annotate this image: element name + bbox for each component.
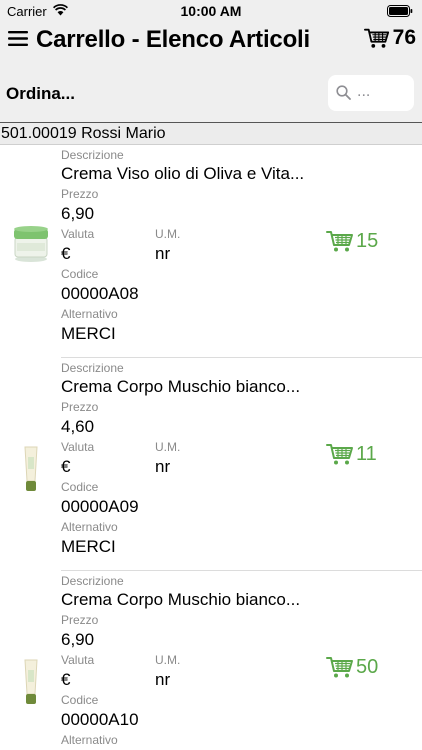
navigation-bar: Carrello - Elenco Articoli 76 — [0, 22, 422, 58]
item-description: Crema Corpo Muschio bianco... — [61, 590, 301, 609]
item-alternative: MERCI — [61, 324, 116, 343]
shopping-cart-icon — [326, 655, 354, 679]
status-bar: Carrier 10:00 AM — [0, 0, 422, 22]
list-item[interactable]: Descrizione Crema Viso olio di Oliva e V… — [0, 145, 422, 358]
item-description: Crema Corpo Muschio bianco... — [61, 377, 301, 396]
item-quantity-button[interactable]: 50 — [326, 655, 378, 679]
list-item[interactable]: Descrizione Crema Corpo Muschio bianco..… — [0, 358, 422, 571]
unit-label: U.M. — [155, 440, 181, 454]
item-alternative: MERCI — [61, 537, 116, 556]
search-icon — [336, 85, 351, 100]
currency-label: Valuta — [61, 227, 95, 241]
item-unit: nr — [155, 457, 171, 476]
unit-label: U.M. — [155, 653, 181, 667]
alternative-label: Alternativo — [61, 307, 118, 321]
item-price: 6,90 — [61, 630, 95, 649]
item-description: Crema Viso olio di Oliva e Vita... — [61, 164, 305, 183]
description-label: Descrizione — [61, 574, 124, 588]
customer-name: 501.00019 Rossi Mario — [1, 125, 166, 142]
cream-tube-icon — [24, 446, 38, 491]
item-quantity-button[interactable]: 11 — [326, 442, 377, 466]
sort-search-bar: Ordina... ... — [0, 58, 422, 122]
item-quantity: 11 — [356, 442, 377, 465]
item-unit: nr — [155, 244, 171, 263]
article-list: Descrizione Crema Viso olio di Oliva e V… — [0, 145, 422, 750]
item-price: 4,60 — [61, 417, 95, 436]
description-label: Descrizione — [61, 361, 124, 375]
green-jar-icon — [14, 226, 48, 262]
shopping-cart-icon — [326, 442, 354, 466]
search-placeholder: ... — [357, 83, 371, 100]
currency-label: Valuta — [61, 653, 95, 667]
item-currency: € — [61, 670, 71, 689]
item-quantity: 50 — [356, 655, 379, 678]
list-item[interactable]: Descrizione Crema Corpo Muschio bianco..… — [0, 571, 422, 750]
item-currency: € — [61, 457, 71, 476]
sort-button[interactable]: Ordina... — [6, 84, 75, 104]
item-quantity: 15 — [356, 229, 379, 252]
cart-count: 76 — [392, 26, 416, 49]
item-code: 00000A08 — [61, 284, 139, 303]
item-code: 00000A09 — [61, 497, 139, 516]
item-code: 00000A10 — [61, 710, 139, 729]
code-label: Codice — [61, 480, 99, 494]
price-label: Prezzo — [61, 400, 99, 414]
shopping-cart-icon — [364, 26, 390, 50]
alternative-label: Alternativo — [61, 520, 118, 534]
shopping-cart-icon — [326, 229, 354, 253]
price-label: Prezzo — [61, 187, 99, 201]
item-unit: nr — [155, 670, 171, 689]
item-quantity-button[interactable]: 15 — [326, 229, 378, 253]
customer-header: 501.00019 Rossi Mario — [0, 122, 422, 145]
price-label: Prezzo — [61, 613, 99, 627]
cart-button[interactable]: 76 — [364, 26, 416, 50]
item-currency: € — [61, 244, 71, 263]
currency-label: Valuta — [61, 440, 95, 454]
page-title: Carrello - Elenco Articoli — [36, 26, 310, 53]
code-label: Codice — [61, 693, 99, 707]
description-label: Descrizione — [61, 148, 124, 162]
code-label: Codice — [61, 267, 99, 281]
alternative-label: Alternativo — [61, 733, 118, 747]
battery-icon — [387, 5, 413, 17]
cream-tube-icon — [24, 659, 38, 704]
search-input[interactable]: ... — [328, 75, 414, 111]
unit-label: U.M. — [155, 227, 181, 241]
hamburger-menu-icon[interactable] — [8, 30, 28, 47]
item-price: 6,90 — [61, 204, 95, 223]
status-time: 10:00 AM — [180, 3, 242, 19]
